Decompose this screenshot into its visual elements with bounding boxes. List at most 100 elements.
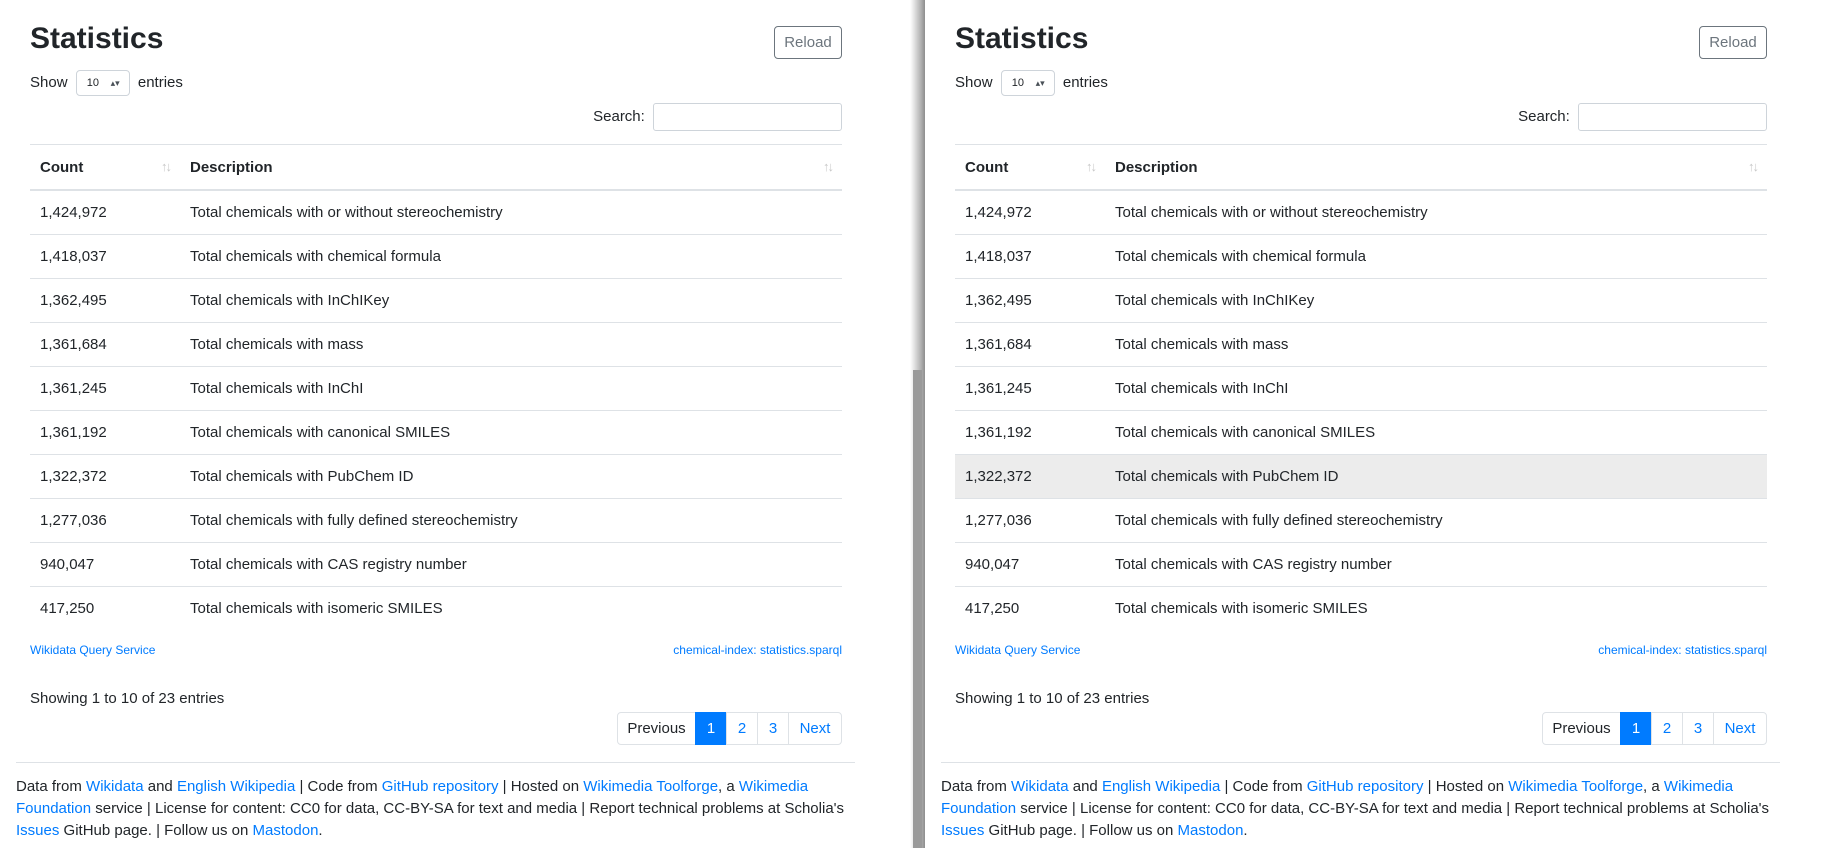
- previous-page-button[interactable]: Previous: [617, 712, 696, 745]
- table-row: 1,361,245 Total chemicals with InChI: [955, 366, 1767, 411]
- footer-text: , a: [1643, 778, 1664, 795]
- search-input[interactable]: [653, 103, 842, 132]
- count-cell: 1,361,684: [30, 322, 180, 367]
- english-wikipedia-link[interactable]: English Wikipedia: [177, 778, 295, 795]
- right-window-pane: Statistics Reload Show 10 ▴▾ entries Sea…: [925, 0, 1833, 848]
- sort-icon: ↑↓: [1748, 159, 1759, 174]
- page-2-button[interactable]: 2: [1651, 712, 1683, 745]
- next-page-button[interactable]: Next: [1713, 712, 1767, 745]
- description-cell: Total chemicals with InChIKey: [180, 278, 842, 323]
- description-cell: Total chemicals with InChI: [180, 366, 842, 411]
- count-cell: 417,250: [955, 586, 1105, 630]
- table-row: 1,322,372 Total chemicals with PubChem ID: [955, 454, 1767, 499]
- description-column-header[interactable]: Description ↑↓: [180, 144, 842, 191]
- wikidata-query-service-link[interactable]: Wikidata Query Service: [955, 643, 1080, 657]
- table-row: 1,418,037 Total chemicals with chemical f…: [955, 234, 1767, 279]
- statistics-table: Count ↑↓ Description ↑↓ 1,424,972 Total c…: [30, 144, 842, 630]
- entries-per-page-value: 10: [1011, 77, 1024, 89]
- table-row: 940,047 Total chemicals with CAS registry…: [955, 542, 1767, 587]
- page-1-button[interactable]: 1: [695, 712, 727, 745]
- description-cell: Total chemicals with InChIKey: [1105, 278, 1767, 323]
- search-label: Search:: [1518, 108, 1570, 125]
- footer-divider: [941, 762, 1780, 763]
- table-row: 1,418,037 Total chemicals with chemical f…: [30, 234, 842, 279]
- description-column-header[interactable]: Description ↑↓: [1105, 144, 1767, 191]
- table-row: 417,250 Total chemicals with isomeric SMI…: [30, 586, 842, 630]
- issues-link[interactable]: Issues: [16, 822, 59, 839]
- count-cell: 1,361,245: [955, 366, 1105, 411]
- page-3-button[interactable]: 3: [757, 712, 789, 745]
- table-header-row: Count ↑↓ Description ↑↓: [30, 144, 842, 191]
- footer-text: and: [1068, 778, 1102, 795]
- table-row: 1,277,036 Total chemicals with fully defi…: [955, 498, 1767, 543]
- footer-text: .: [1243, 822, 1248, 839]
- count-cell: 1,418,037: [955, 234, 1105, 279]
- sort-icon: ↑↓: [823, 159, 834, 174]
- table-row: 1,424,972 Total chemicals with or without…: [30, 190, 842, 235]
- table-row: 940,047 Total chemicals with CAS registry…: [30, 542, 842, 587]
- show-label: Show: [30, 73, 68, 91]
- description-cell: Total chemicals with CAS registry number: [180, 542, 842, 587]
- wikidata-link[interactable]: Wikidata: [86, 778, 144, 795]
- issues-link[interactable]: Issues: [941, 822, 984, 839]
- count-cell: 1,322,372: [955, 454, 1105, 499]
- footer-text: Data from: [16, 778, 87, 795]
- count-cell: 1,361,245: [30, 366, 180, 411]
- entries-label: entries: [137, 73, 183, 91]
- entries-per-page-select[interactable]: 10 ▴▾: [75, 70, 130, 96]
- select-arrows-icon: ▴▾: [110, 78, 120, 88]
- english-wikipedia-link[interactable]: English Wikipedia: [1102, 778, 1220, 795]
- footer-text: Data from: [941, 778, 1012, 795]
- sparql-source-link[interactable]: chemical-index: statistics.sparql: [1598, 643, 1767, 657]
- previous-page-button[interactable]: Previous: [1542, 712, 1621, 745]
- page-1-button[interactable]: 1: [1620, 712, 1652, 745]
- footer-text: | Code from: [1220, 778, 1307, 795]
- page-title: Statistics: [955, 22, 1089, 55]
- footer: Data from Wikidata and English Wikipedia…: [16, 776, 861, 842]
- description-cell: Total chemicals with mass: [1105, 322, 1767, 367]
- count-column-header[interactable]: Count ↑↓: [955, 144, 1105, 191]
- count-cell: 1,362,495: [955, 278, 1105, 323]
- entries-per-page-select[interactable]: 10 ▴▾: [1000, 70, 1055, 96]
- next-page-button[interactable]: Next: [788, 712, 842, 745]
- wikimedia-toolforge-link[interactable]: Wikimedia Toolforge: [1508, 778, 1643, 795]
- github-repository-link[interactable]: GitHub repository: [1307, 778, 1424, 795]
- description-cell: Total chemicals with canonical SMILES: [1105, 410, 1767, 455]
- description-header-label: Description: [190, 158, 273, 176]
- search-control: Search:: [593, 103, 842, 132]
- wikidata-query-service-link[interactable]: Wikidata Query Service: [30, 643, 155, 657]
- description-cell: Total chemicals with PubChem ID: [1105, 454, 1767, 499]
- count-column-header[interactable]: Count ↑↓: [30, 144, 180, 191]
- scrollbar-thumb[interactable]: [913, 370, 922, 848]
- table-row: 1,362,495 Total chemicals with InChIKey: [30, 278, 842, 323]
- mastodon-link[interactable]: Mastodon: [1178, 822, 1244, 839]
- table-row: 1,361,684 Total chemicals with mass: [955, 322, 1767, 367]
- page-3-button[interactable]: 3: [1682, 712, 1714, 745]
- pagination: Previous 1 2 3 Next: [617, 712, 842, 745]
- count-cell: 1,424,972: [40, 204, 107, 221]
- footer-text: | Hosted on: [498, 778, 584, 795]
- count-cell: 1,277,036: [955, 498, 1105, 543]
- description-cell: Total chemicals with fully defined stere…: [180, 498, 842, 543]
- footer-text: | Code from: [295, 778, 382, 795]
- count-cell: 1,361,684: [955, 322, 1105, 367]
- sparql-source-link[interactable]: chemical-index: statistics.sparql: [673, 643, 842, 657]
- pagination: Previous 1 2 3 Next: [1542, 712, 1767, 745]
- reload-button[interactable]: Reload: [774, 26, 842, 59]
- wikimedia-toolforge-link[interactable]: Wikimedia Toolforge: [583, 778, 718, 795]
- count-cell: 940,047: [30, 542, 180, 587]
- page-2-button[interactable]: 2: [726, 712, 758, 745]
- wikidata-link[interactable]: Wikidata: [1011, 778, 1069, 795]
- reload-button[interactable]: Reload: [1699, 26, 1767, 59]
- github-repository-link[interactable]: GitHub repository: [382, 778, 499, 795]
- show-label: Show: [955, 73, 993, 91]
- table-row: 1,361,192 Total chemicals with canonical …: [955, 410, 1767, 455]
- table-row: 1,277,036 Total chemicals with fully defi…: [30, 498, 842, 543]
- description-cell: Total chemicals with isomeric SMILES: [180, 586, 842, 630]
- window-divider[interactable]: [910, 0, 925, 848]
- footer-text: GitHub page. | Follow us on: [984, 822, 1178, 839]
- footer: Data from Wikidata and English Wikipedia…: [941, 776, 1786, 842]
- entries-label: entries: [1062, 73, 1108, 91]
- search-input[interactable]: [1578, 103, 1767, 132]
- mastodon-link[interactable]: Mastodon: [253, 822, 319, 839]
